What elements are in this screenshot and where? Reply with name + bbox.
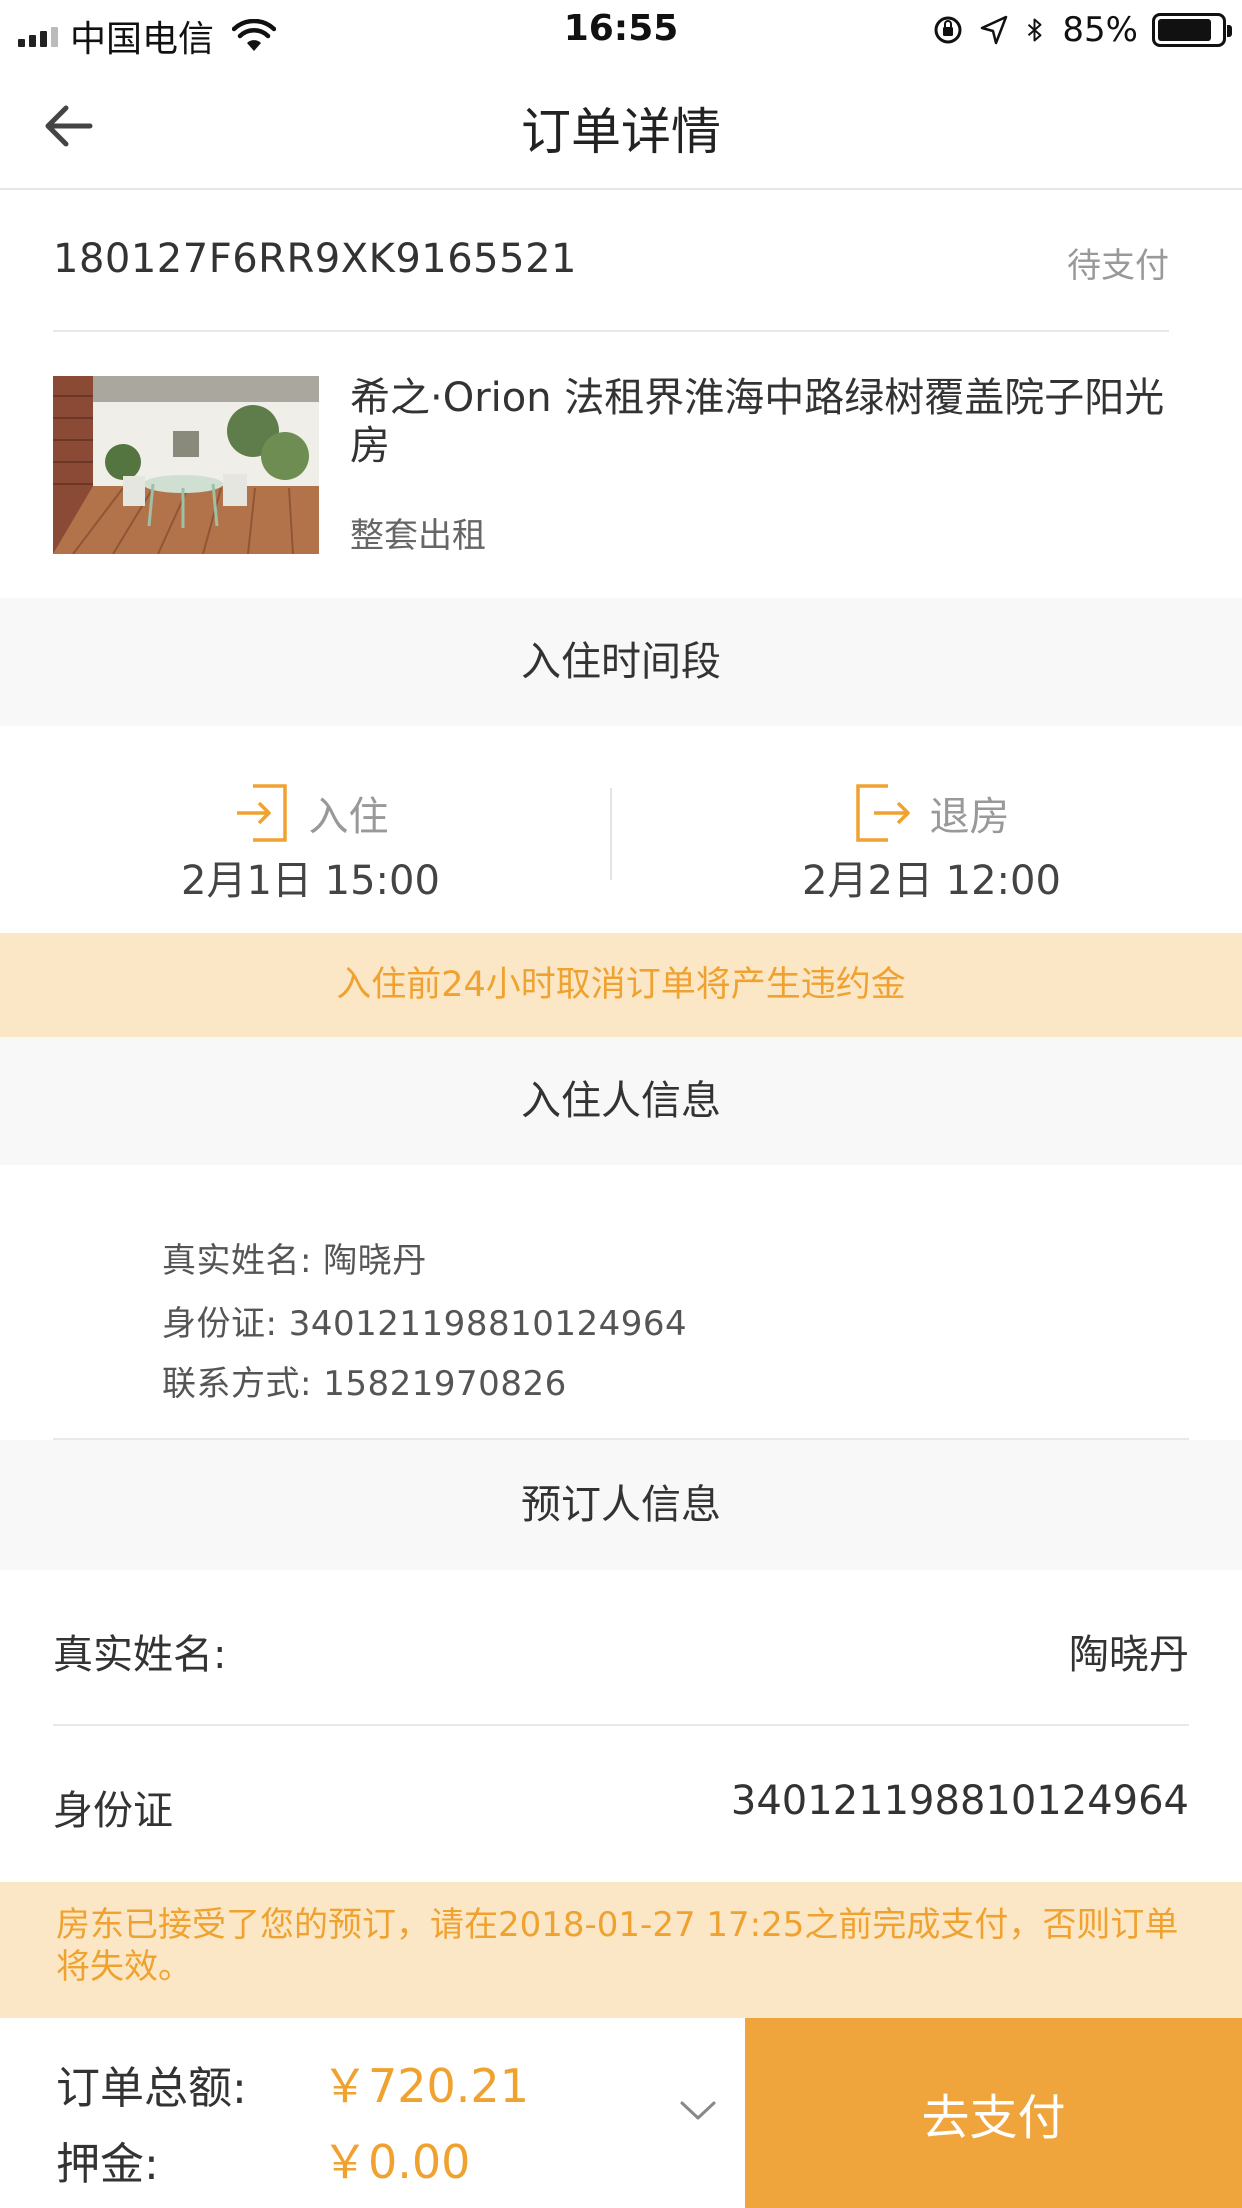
payment-notice: 房东已接受了您的预订，请在2018-01-27 17:25之前完成支付，否则订单… xyxy=(0,1882,1242,2018)
listing-type: 整套出租 xyxy=(350,516,486,556)
booker-id-row: 身份证 340121198810124964 xyxy=(53,1726,1189,1880)
checkout-time: 2月2日 12:00 xyxy=(802,858,1061,904)
listing-photo xyxy=(53,376,319,554)
listing-card[interactable]: 希之·Orion 法租界淮海中路绿树覆盖院子阳光房 整套出租 xyxy=(0,332,1242,598)
cancel-notice: 入住前24小时取消订单将产生违约金 xyxy=(0,933,1242,1037)
booker-name-row: 真实姓名: 陶晓丹 xyxy=(53,1570,1189,1724)
total-amount: ￥720.21 xyxy=(322,2059,529,2113)
deposit-amount: ￥0.00 xyxy=(322,2135,471,2189)
status-bar: 中国电信 16:55 85% xyxy=(0,0,1242,62)
checkin-time: 2月1日 15:00 xyxy=(181,858,440,904)
time-divider xyxy=(610,788,612,880)
nav-bar: 订单详情 xyxy=(0,62,1242,190)
section-title-guest: 入住人信息 xyxy=(0,1037,1242,1165)
section-title-stay: 入住时间段 xyxy=(0,598,1242,726)
deposit-label: 押金: xyxy=(56,2139,159,2190)
checkin-icon xyxy=(236,784,287,842)
booker-id-value: 340121198810124964 xyxy=(730,1778,1189,1824)
checkin-block: 入住 2月1日 15:00 xyxy=(0,726,621,933)
checkout-icon xyxy=(855,784,910,842)
page-title: 订单详情 xyxy=(521,103,721,161)
order-header: 180127F6RR9XK9165521 待支付 xyxy=(53,190,1169,332)
guest-phone: 联系方式: 15821970826 xyxy=(162,1364,567,1404)
payment-bar: 订单总额: ￥720.21 押金: ￥0.00 去支付 xyxy=(0,2018,1242,2208)
order-id: 180127F6RR9XK9165521 xyxy=(53,236,577,282)
total-label: 订单总额: xyxy=(56,2063,247,2114)
checkout-block: 退房 2月2日 12:00 xyxy=(621,726,1242,933)
orientation-lock-icon xyxy=(934,16,962,44)
guest-name: 真实姓名: 陶晓丹 xyxy=(162,1241,427,1281)
checkout-label: 退房 xyxy=(929,794,1010,840)
order-status: 待支付 xyxy=(1067,246,1169,286)
section-title-booker: 预订人信息 xyxy=(0,1440,1242,1570)
stay-times: 入住 2月1日 15:00 退房 2月2日 12:00 xyxy=(0,726,1242,933)
guest-info: 真实姓名: 陶晓丹 身份证: 340121198810124964 联系方式: … xyxy=(0,1165,1242,1421)
bluetooth-icon xyxy=(1028,18,1042,42)
chevron-down-icon[interactable] xyxy=(678,2098,718,2124)
battery-icon xyxy=(1152,13,1232,47)
battery-percent: 85% xyxy=(1062,10,1138,50)
location-icon xyxy=(981,15,1008,45)
listing-title: 希之·Orion 法租界淮海中路绿树覆盖院子阳光房 xyxy=(350,375,1165,469)
booker-name-label: 真实姓名: xyxy=(53,1632,227,1678)
booker-name-value: 陶晓丹 xyxy=(1069,1632,1189,1678)
pay-button[interactable]: 去支付 xyxy=(745,2018,1242,2208)
booker-id-label: 身份证 xyxy=(53,1788,173,1834)
guest-id: 身份证: 340121198810124964 xyxy=(162,1304,688,1344)
checkin-label: 入住 xyxy=(308,794,389,840)
